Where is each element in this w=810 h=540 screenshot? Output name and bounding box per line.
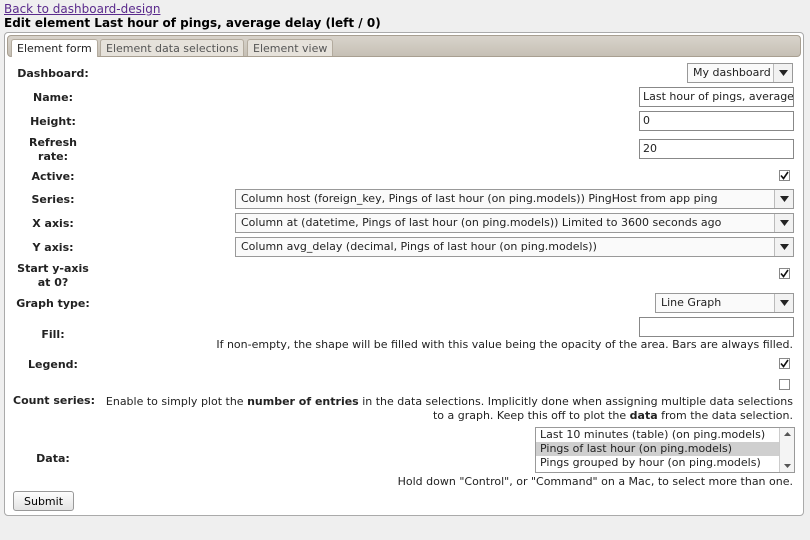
start-y-axis-checkbox[interactable]	[779, 268, 790, 279]
graph-type-label: Graph type:	[16, 297, 90, 310]
start-y-axis-label-line2: at 0?	[37, 276, 69, 289]
height-input[interactable]: 0	[639, 111, 794, 131]
checkmark-icon	[780, 359, 789, 368]
x-axis-select[interactable]: Column at (datetime, Pings of last hour …	[235, 213, 794, 233]
submit-button[interactable]: Submit	[13, 491, 74, 511]
count-series-checkbox[interactable]	[779, 379, 790, 390]
height-label: Height:	[30, 115, 76, 128]
active-checkbox[interactable]	[779, 170, 790, 181]
back-to-dashboard-design-link[interactable]: Back to dashboard-design	[4, 2, 160, 16]
y-axis-label: Y axis:	[32, 241, 74, 254]
tab-element-form[interactable]: Element form	[11, 39, 98, 57]
data-label: Data:	[36, 452, 70, 465]
count-series-label: Count series:	[13, 394, 95, 407]
start-y-axis-label-line1: Start y-axis	[17, 262, 89, 275]
x-axis-select-value: Column at (datetime, Pings of last hour …	[241, 216, 722, 229]
y-axis-select-value: Column avg_delay (decimal, Pings of last…	[241, 240, 597, 253]
tab-bar: Element form Element data selections Ele…	[7, 35, 801, 57]
fill-help-text: If non-empty, the shape will be filled w…	[216, 338, 793, 351]
series-select[interactable]: Column host (foreign_key, Pings of last …	[235, 189, 794, 209]
chevron-down-icon	[774, 214, 793, 232]
data-help-text: Hold down "Control", or "Command" on a M…	[397, 475, 793, 488]
legend-label: Legend:	[28, 358, 78, 371]
refresh-rate-label-line1: Refresh	[29, 136, 77, 149]
scroll-up-icon[interactable]	[780, 428, 794, 440]
dashboard-label: Dashboard:	[17, 67, 89, 80]
checkmark-icon	[780, 171, 789, 180]
element-form-panel: Element form Element data selections Ele…	[4, 32, 804, 516]
scroll-down-icon[interactable]	[780, 460, 794, 472]
count-series-help-line1: Enable to simply plot the number of entr…	[105, 395, 793, 408]
data-scrollbar[interactable]	[779, 428, 794, 472]
checkmark-icon	[780, 269, 789, 278]
data-multiselect[interactable]: Last 10 minutes (table) (on ping.models)…	[535, 427, 795, 473]
series-label: Series:	[31, 193, 75, 206]
legend-checkbox[interactable]	[779, 358, 790, 369]
tab-element-data-selections[interactable]: Element data selections	[100, 39, 245, 56]
page-title: Edit element Last hour of pings, average…	[4, 16, 381, 30]
y-axis-select[interactable]: Column avg_delay (decimal, Pings of last…	[235, 237, 794, 257]
refresh-rate-input[interactable]: 20	[639, 139, 794, 159]
series-select-value: Column host (foreign_key, Pings of last …	[241, 192, 718, 205]
count-series-help-line2: to a graph. Keep this off to plot the da…	[432, 409, 793, 422]
data-option[interactable]: Pings grouped by hour (on ping.models)	[536, 456, 794, 470]
name-input[interactable]: Last hour of pings, average delay	[639, 87, 794, 107]
fill-label: Fill:	[41, 328, 65, 341]
chevron-down-icon	[773, 64, 792, 82]
dashboard-select[interactable]: My dashboard	[687, 63, 793, 83]
chevron-down-icon	[774, 238, 793, 256]
active-label: Active:	[31, 170, 75, 183]
chevron-down-icon	[774, 190, 793, 208]
chevron-down-icon	[774, 294, 793, 312]
dashboard-select-value: My dashboard	[693, 66, 771, 79]
graph-type-select-value: Line Graph	[661, 296, 722, 309]
name-label: Name:	[33, 91, 73, 104]
x-axis-label: X axis:	[32, 217, 74, 230]
tab-element-view[interactable]: Element view	[247, 39, 334, 56]
data-option[interactable]: Last 10 minutes (table) (on ping.models)	[536, 428, 794, 442]
graph-type-select[interactable]: Line Graph	[655, 293, 794, 313]
refresh-rate-label-line2: rate:	[38, 150, 68, 163]
fill-input[interactable]	[639, 317, 794, 337]
data-option-selected[interactable]: Pings of last hour (on ping.models)	[536, 442, 794, 456]
